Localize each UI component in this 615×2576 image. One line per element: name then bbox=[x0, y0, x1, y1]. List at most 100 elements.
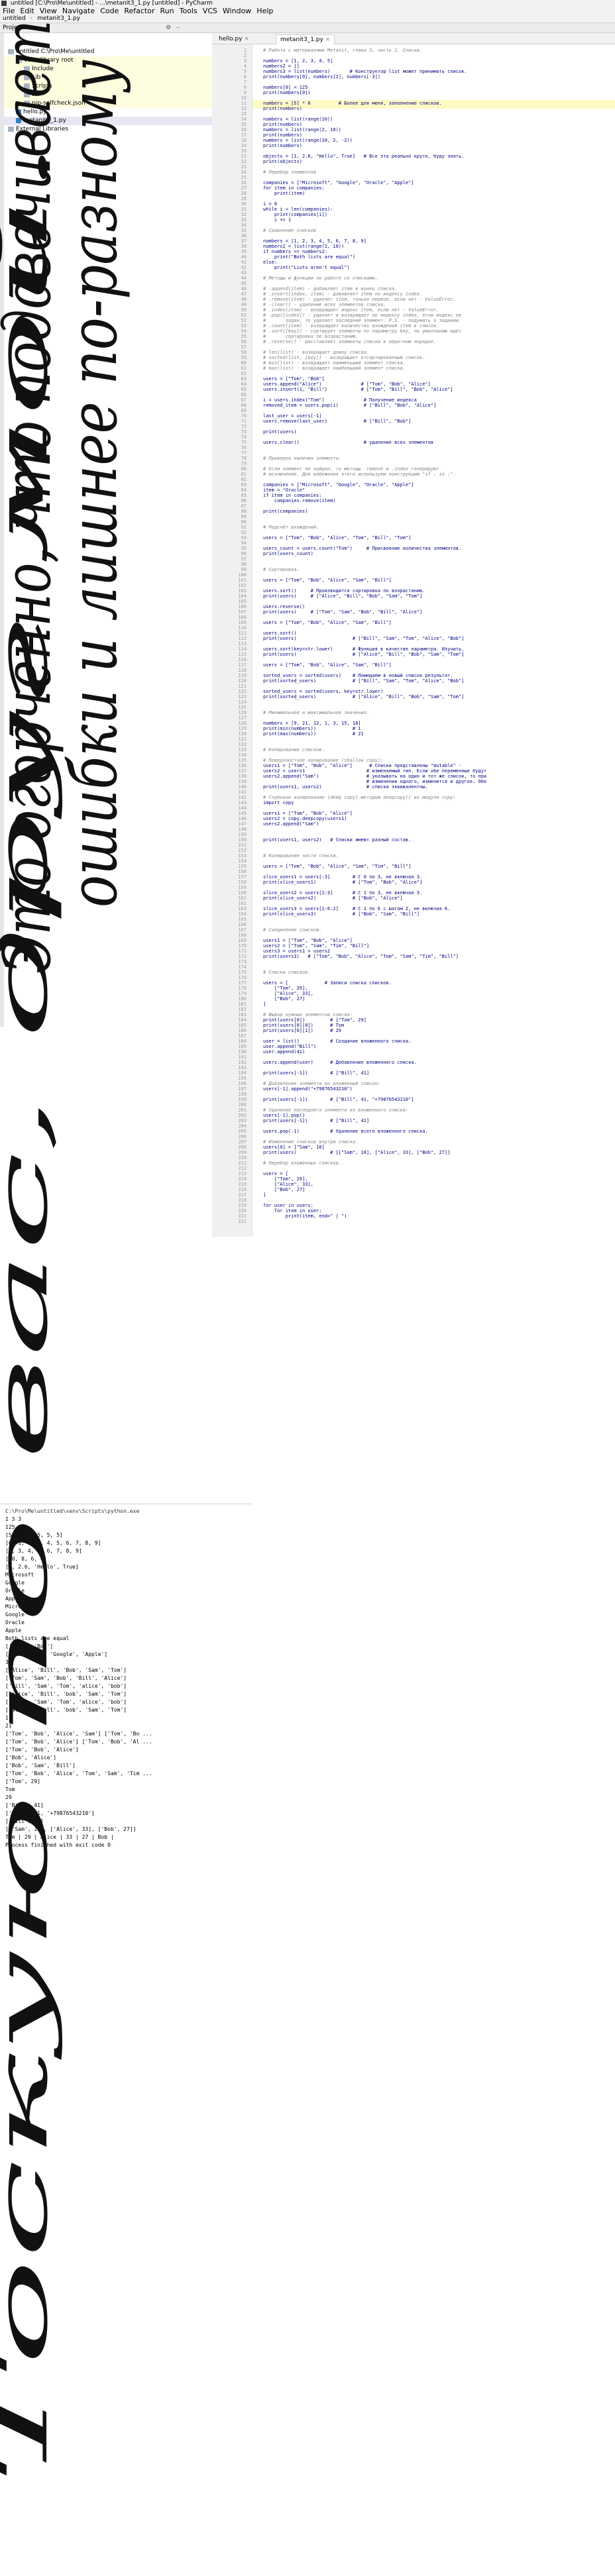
code-line[interactable]: # .index(item) - возвращает индекс item,… bbox=[263, 307, 439, 313]
project-tree-item[interactable]: venv library root bbox=[4, 56, 212, 65]
project-tree-item[interactable]: untitled C:\Pro\Me\untitled bbox=[4, 48, 212, 56]
project-tree-item[interactable]: Include bbox=[4, 65, 212, 74]
code-line[interactable]: users2.append("Sam") bbox=[263, 821, 319, 827]
code-line[interactable]: users.sort() # Производится сортировка п… bbox=[263, 588, 425, 593]
code-line[interactable]: numbers = [1, 2, 3, 4, 5, 6, 7, 8, 9] bbox=[263, 238, 366, 244]
code-line[interactable]: print(users) bbox=[263, 429, 297, 435]
code-line[interactable]: objects = [1, 2.6, "Hello", True] # Все … bbox=[263, 154, 464, 159]
code-line[interactable]: # Удаление последнего элемента из вложен… bbox=[263, 1108, 408, 1113]
code-line[interactable]: # изменении одного, изменится и другое. … bbox=[263, 779, 486, 784]
code-line[interactable]: print(sorted_users) # ["Alice", "Bill", … bbox=[263, 694, 464, 699]
code-line[interactable]: users.append("Alice") # ["Tom", "Bob", "… bbox=[263, 382, 431, 387]
code-line[interactable]: users1 = ["Tom", "Bob", "Alice"] # Списк… bbox=[263, 763, 461, 768]
code-line[interactable]: for user in users: bbox=[263, 1203, 313, 1208]
code-line[interactable]: user = list() # Создание вложенного спис… bbox=[263, 1039, 411, 1044]
code-line[interactable]: # исключение. Для избежания этого исполь… bbox=[263, 472, 456, 477]
code-line[interactable]: users[-1].pop() bbox=[263, 1113, 305, 1118]
code-line[interactable]: print(item) bbox=[263, 191, 305, 196]
code-line[interactable]: # Вывод нужных элементов списка: bbox=[263, 1012, 353, 1017]
code-line[interactable]: print(users[-1]) # ["Bill", 41] bbox=[263, 1118, 369, 1123]
code-line[interactable]: print(users[0][1]) # 29 bbox=[263, 1028, 341, 1033]
code-line[interactable]: print(users) # [["Sam", 18], ["Alice", 3… bbox=[263, 1150, 450, 1155]
project-tree-item[interactable]: External Libraries bbox=[4, 125, 212, 134]
code-line[interactable]: ] bbox=[263, 1002, 266, 1007]
code-line[interactable]: print(users1, users2) # списка эквивален… bbox=[263, 784, 428, 790]
code-line[interactable]: numbers = [9, 21, 12, 1, 3, 15, 18] bbox=[263, 721, 361, 726]
code-line[interactable]: # Изменение списков внутри списка: bbox=[263, 1139, 358, 1145]
code-line[interactable]: users1 = ["Tom", "Bob", "Alice"] bbox=[263, 811, 353, 816]
code-line[interactable]: # Соединение списков. bbox=[263, 927, 322, 933]
code-line[interactable]: print(min(numbers)) # 1 bbox=[263, 726, 361, 731]
code-line[interactable]: # Копирование части списка. bbox=[263, 853, 339, 858]
code-line[interactable]: users = ["Tom", "Bob", "Alice", "Sam", "… bbox=[263, 620, 392, 625]
code-line[interactable]: slice_users1 = users[:3] # С 0 по 3, не … bbox=[263, 874, 422, 880]
code-line[interactable]: users = [ # Записи списка списков. bbox=[263, 980, 392, 986]
code-line[interactable]: # Методы и функции по работе со списками… bbox=[263, 276, 378, 281]
project-tree-item[interactable]: Scripts bbox=[4, 82, 212, 91]
code-line[interactable]: users = ["Tom", "Bob", "Alice", "Sam", "… bbox=[263, 578, 392, 583]
code-line[interactable]: numbers[0] = 125 bbox=[263, 85, 308, 90]
code-line[interactable]: # Списки списков. bbox=[263, 970, 311, 975]
menu-item-help[interactable]: Help bbox=[256, 7, 273, 15]
code-line[interactable]: users = ["Tom", "Bob", "Alice", "Sam", "… bbox=[263, 864, 411, 869]
code-line[interactable]: ["Bob", 27] bbox=[263, 1187, 305, 1192]
code-line[interactable]: # sorted(list, [key]) - возвращает отсор… bbox=[263, 355, 425, 360]
code-line[interactable]: print(numbers) bbox=[263, 106, 302, 111]
code-line[interactable]: users.sort() bbox=[263, 631, 297, 636]
code-line[interactable]: i = users.index("Tom") # Получение индек… bbox=[263, 397, 417, 403]
code-line[interactable]: companies = ["Microsoft", "Google", "Ora… bbox=[263, 180, 414, 185]
breadcrumb-project[interactable]: untitled bbox=[3, 15, 26, 22]
code-line[interactable]: users.pop(-1) # Удаление всего вложенног… bbox=[263, 1129, 428, 1134]
code-line[interactable]: print(numbers) bbox=[263, 122, 302, 127]
code-line[interactable]: i = 0 bbox=[263, 201, 277, 207]
code-line[interactable]: print(companies) bbox=[263, 509, 308, 514]
code-line[interactable]: # задан, то удаляет последний элемент. P… bbox=[263, 318, 461, 323]
code-line[interactable]: # Минимальное и максимальное значения. bbox=[263, 710, 369, 715]
code-line[interactable]: user.append("Bill") bbox=[263, 1044, 316, 1049]
code-line[interactable]: # .insert(index, item) - добавляет item … bbox=[263, 291, 422, 297]
code-line[interactable]: print("Lists aren't equal") bbox=[263, 265, 350, 270]
code-line[interactable]: else: bbox=[263, 260, 277, 265]
code-line[interactable]: print(slice_users1) # ["Tom", "Bob", "Al… bbox=[263, 880, 422, 885]
code-line[interactable]: # .clear() - удаление всех элементов спи… bbox=[263, 302, 386, 307]
code-line[interactable]: print(users) # ["Bill", "Sam", "Tom", "A… bbox=[263, 636, 464, 641]
code-line[interactable]: for item in companies: bbox=[263, 185, 325, 191]
code-line[interactable]: users2 = copy.deepcopy(users1) bbox=[263, 816, 347, 821]
code-editor[interactable]: # Работа с материалами Metanit, глава 3,… bbox=[252, 44, 615, 1237]
code-line[interactable]: # Перебор вложенных списков. bbox=[263, 1160, 341, 1166]
code-line[interactable]: # Сравнение списков bbox=[263, 228, 316, 233]
tab-hello-py[interactable]: hello.py × bbox=[215, 34, 253, 44]
code-line[interactable]: i += 1 bbox=[263, 217, 291, 223]
code-line[interactable]: # min(list) - возвращает наименьший элем… bbox=[263, 360, 406, 366]
code-line[interactable]: # сортировка по возрастанию. bbox=[263, 334, 358, 339]
code-line[interactable]: for item in user: bbox=[263, 1208, 322, 1213]
menu-item-code[interactable]: Code bbox=[100, 7, 119, 15]
code-line[interactable]: print(numbers[0], numbers[2], numbers[-3… bbox=[263, 74, 380, 79]
code-line[interactable]: companies = ["Microsoft", "Google", "Ora… bbox=[263, 482, 414, 488]
menu-item-window[interactable]: Window bbox=[223, 7, 251, 15]
menu-item-view[interactable]: View bbox=[40, 7, 57, 15]
menu-item-navigate[interactable]: Navigate bbox=[62, 7, 95, 15]
code-line[interactable]: sorted_users = sorted(users) # Помещаем … bbox=[263, 673, 453, 678]
code-line[interactable]: last_user = users[-1] bbox=[263, 413, 322, 419]
code-line[interactable]: # Проверка наличия элемента. bbox=[263, 456, 341, 461]
code-line[interactable]: users3 = users1 + users2 bbox=[263, 949, 330, 954]
code-line[interactable]: users2 = ["Tom", "Sam", "Tim", "Bill"] bbox=[263, 943, 369, 949]
code-line[interactable]: # Если элемент не найден, то методы .rem… bbox=[263, 466, 439, 472]
project-tree-item[interactable]: metanit3_1.py bbox=[4, 117, 212, 125]
code-line[interactable]: users.insert(1, "Bill") # ["Tom", "Bill"… bbox=[263, 387, 453, 392]
code-line[interactable]: numbers = list(range(2, 10)) bbox=[263, 127, 341, 132]
project-tree-item[interactable]: pip-selfcheck.json bbox=[4, 99, 212, 108]
code-line[interactable]: print(users3) # ["Tom", "Bob", "Alice", … bbox=[263, 954, 459, 959]
code-line[interactable]: # Подсчёт вхождений. bbox=[263, 525, 319, 530]
code-line[interactable]: print("Both lists are equal") bbox=[263, 254, 355, 260]
code-line[interactable]: # .remove(item) - удаляет item, только п… bbox=[263, 297, 456, 302]
code-line[interactable]: ["Alice", 33], bbox=[263, 991, 313, 996]
code-line[interactable]: companies.remove(item) bbox=[263, 498, 336, 503]
menu-item-edit[interactable]: Edit bbox=[20, 7, 34, 15]
code-line[interactable]: print(users[0][0]) # Tom bbox=[263, 1023, 344, 1028]
code-line[interactable]: # Работа с материалами Metanit, глава 3,… bbox=[263, 48, 422, 53]
code-line[interactable]: users[0] = ["Sam", 18] bbox=[263, 1145, 325, 1150]
code-line[interactable]: print(companies[i]) bbox=[263, 212, 327, 217]
code-line[interactable]: users.sort(key=str.lower) # Функция в ка… bbox=[263, 646, 464, 652]
